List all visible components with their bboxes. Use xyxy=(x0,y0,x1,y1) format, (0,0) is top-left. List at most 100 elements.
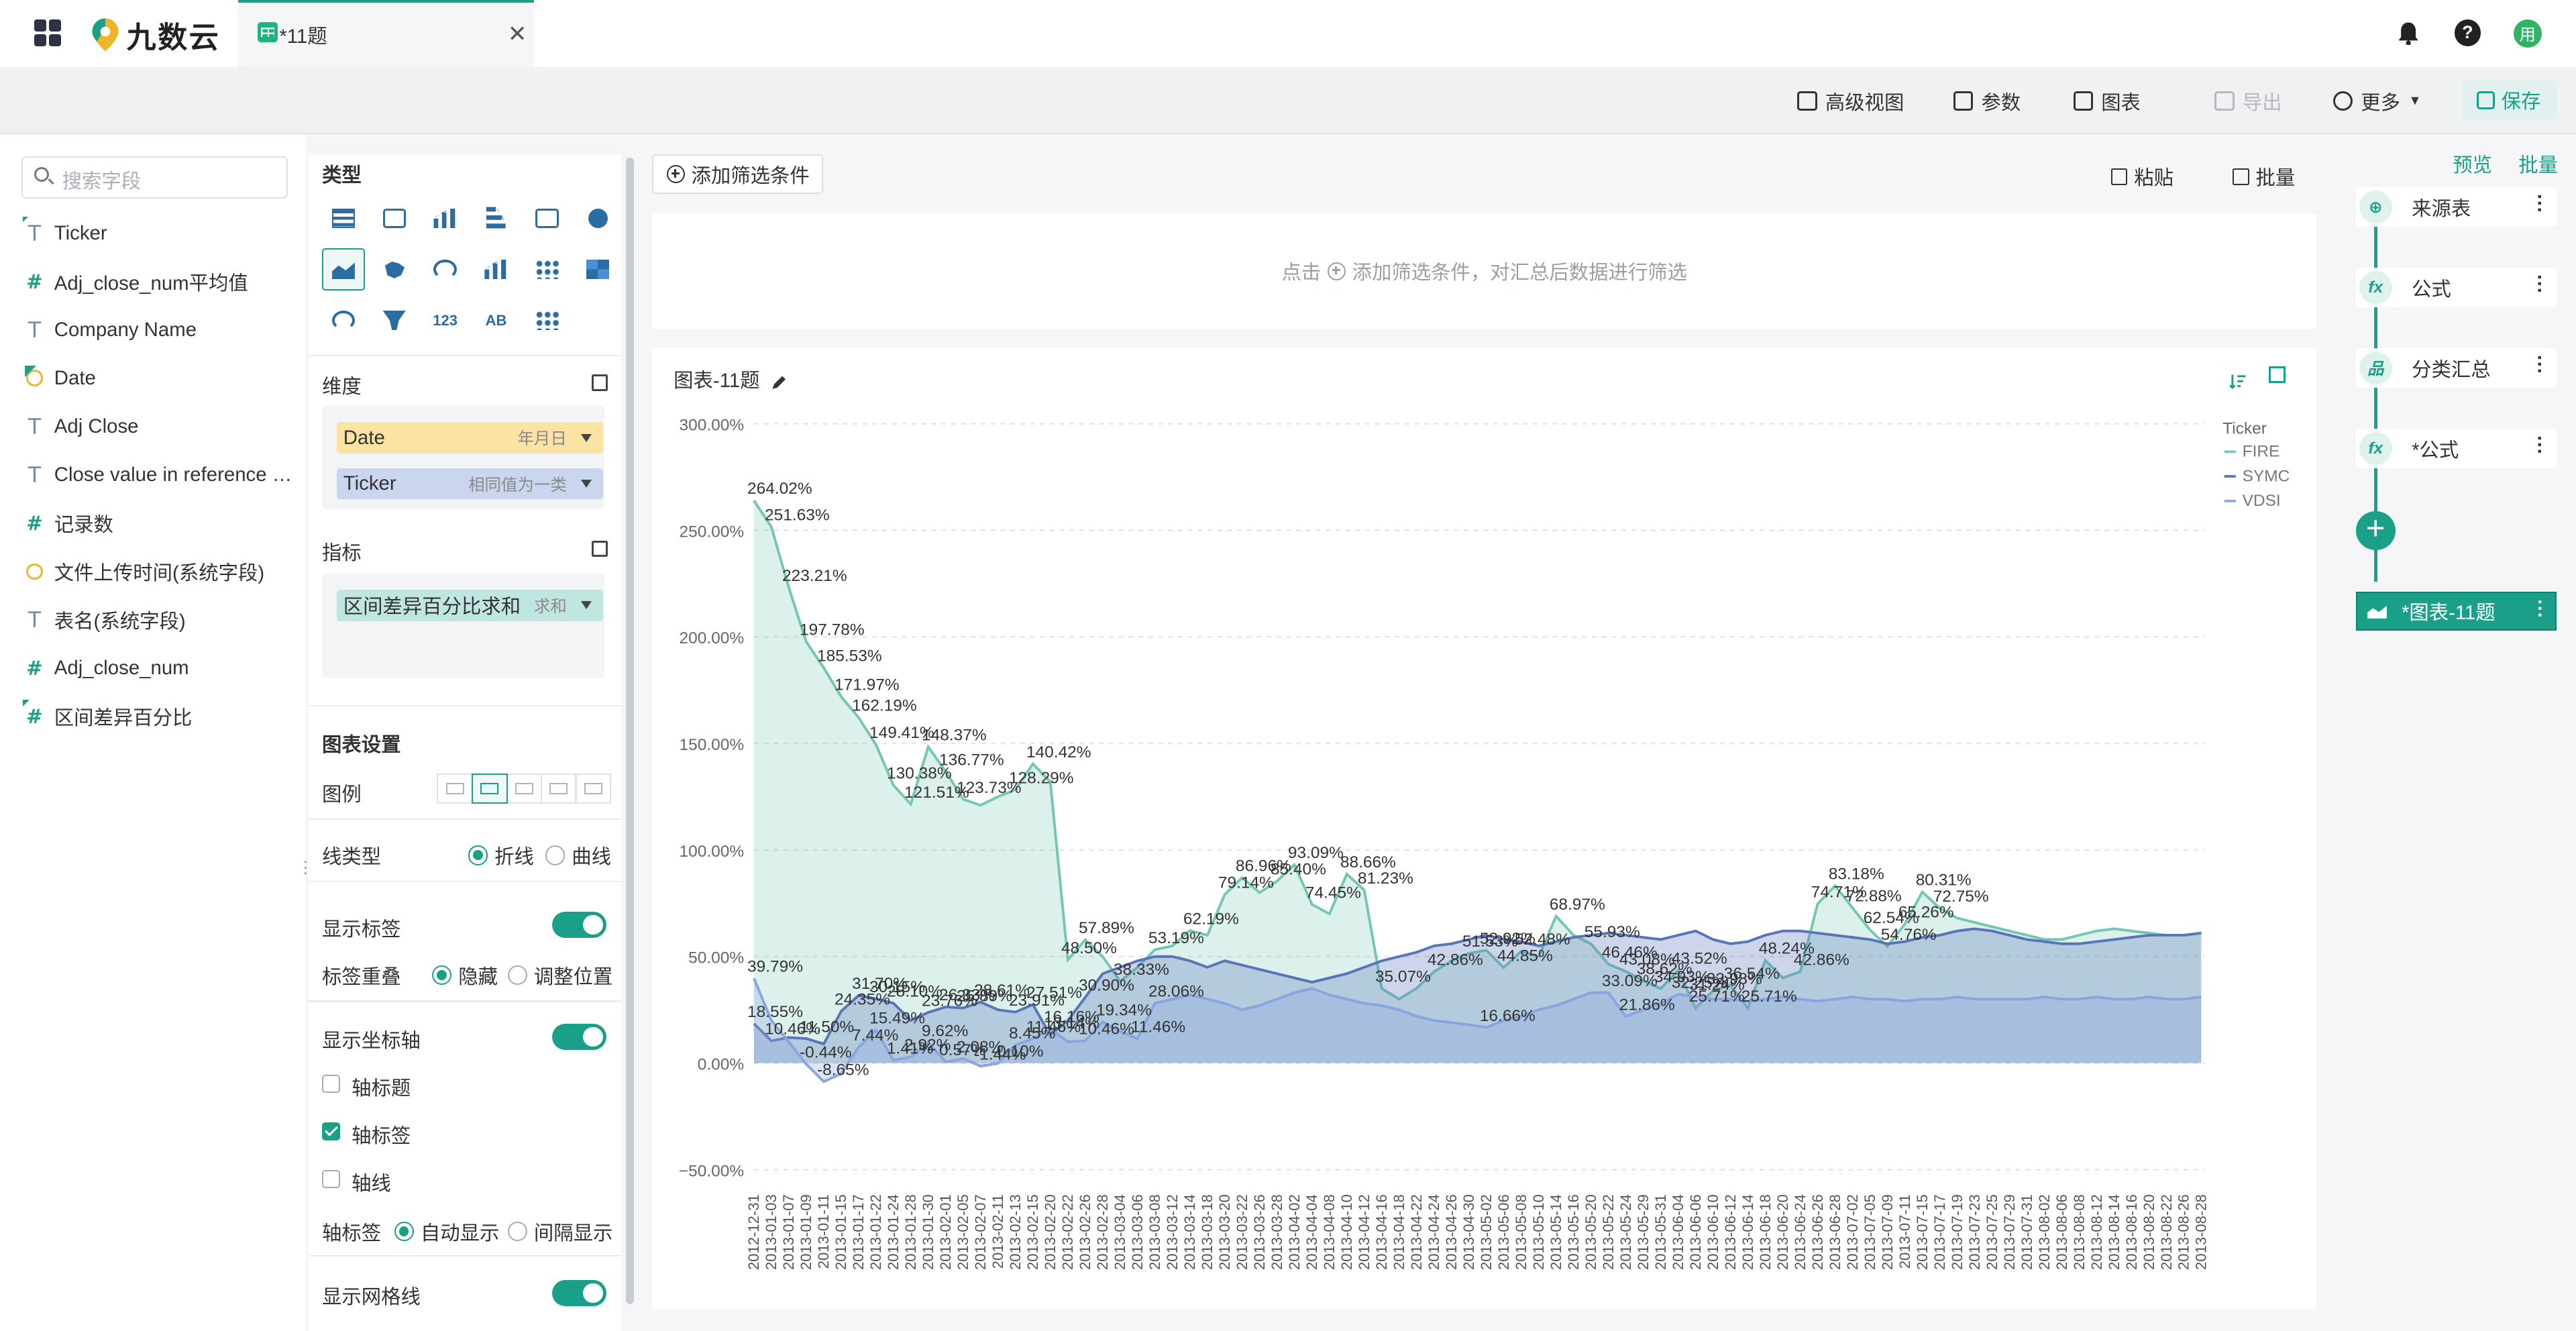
field-item[interactable]: # 记录数 xyxy=(23,507,296,539)
add-filter-label: 添加筛选条件 xyxy=(691,164,810,187)
field-item[interactable]: # Adj_close_num xyxy=(23,651,296,684)
field-item[interactable]: # Adj_close_num平均值 xyxy=(23,265,296,298)
data-label: 251.63% xyxy=(765,507,830,525)
line-type-polyline-option[interactable]: 折线 xyxy=(468,841,534,869)
show-labels-toggle[interactable] xyxy=(551,912,606,939)
save-button[interactable]: 保存 xyxy=(2461,80,2557,120)
expand-icon[interactable] xyxy=(591,374,608,391)
dimension-pill-date[interactable]: Date 年月日 xyxy=(337,422,603,454)
preview-link[interactable]: 预览 xyxy=(2453,150,2492,178)
overlap-hide-option[interactable]: 隐藏 xyxy=(432,961,498,990)
sort-icon[interactable] xyxy=(2229,366,2246,389)
chart-type-scatter-icon[interactable] xyxy=(526,248,569,291)
chart-type-wordcloud-icon[interactable]: AB xyxy=(475,299,518,342)
export-button[interactable]: 导出 xyxy=(2214,87,2282,115)
flow-node-formula[interactable]: fx 公式 ··· xyxy=(2355,268,2557,307)
paste-button[interactable]: 粘贴 xyxy=(2110,162,2174,191)
params-button[interactable]: 参数 xyxy=(1953,87,2021,115)
legend-right-option[interactable] xyxy=(506,774,543,804)
metric-pill[interactable]: 区间差异百分比求和 求和 xyxy=(337,590,603,621)
kebab-menu-icon[interactable]: ··· xyxy=(2528,274,2551,294)
show-grid-toggle[interactable] xyxy=(551,1279,606,1306)
line-type-curve-option[interactable]: 曲线 xyxy=(545,841,611,869)
field-item[interactable]: T Company Name xyxy=(23,313,296,346)
x-tick-label: 2013-01-07 xyxy=(780,1194,797,1270)
add-filter-button[interactable]: 添加筛选条件 xyxy=(652,154,823,194)
add-step-button[interactable]: + xyxy=(2355,511,2396,551)
flow-node-formula-2[interactable]: fx *公式 ··· xyxy=(2355,429,2557,468)
search-input[interactable]: 搜索字段 xyxy=(21,156,288,199)
chart-type-column-icon[interactable] xyxy=(424,197,467,240)
axis-interval-option[interactable]: 间隔显示 xyxy=(507,1218,612,1246)
legend-top-option[interactable] xyxy=(540,774,577,804)
field-item[interactable]: T Close value in reference … xyxy=(23,458,296,491)
field-item[interactable]: # 区间差异百分比 xyxy=(23,700,296,733)
config-scrollbar[interactable] xyxy=(626,158,635,1305)
field-item[interactable]: T 表名(系统字段) xyxy=(23,603,296,636)
legend-none-option[interactable] xyxy=(437,774,474,804)
x-tick-label: 2013-06-04 xyxy=(1670,1194,1686,1270)
x-tick-label: 2013-06-28 xyxy=(1827,1194,1843,1270)
chart-type-combo-icon[interactable] xyxy=(526,197,569,240)
chart-type-table-icon[interactable] xyxy=(322,197,365,240)
filter-drop-zone[interactable]: 点击 添加筛选条件，对汇总后数据进行筛选 xyxy=(652,213,2317,329)
node-label: *公式 xyxy=(2412,439,2459,462)
fullscreen-icon[interactable] xyxy=(2269,366,2286,383)
chart-type-treemap-icon[interactable] xyxy=(577,248,620,291)
caret-down-icon[interactable] xyxy=(580,601,592,610)
chart-button[interactable]: 图表 xyxy=(2073,87,2141,115)
chart-type-gauge-icon[interactable] xyxy=(424,248,467,291)
kebab-menu-icon[interactable]: ··· xyxy=(2528,194,2551,213)
dimension-drop-zone[interactable]: Date 年月日 Ticker 相同值为一类 xyxy=(321,405,605,510)
chart-type-map-icon[interactable] xyxy=(373,248,416,291)
batch-button[interactable]: 批量 xyxy=(2233,162,2295,191)
dimension-pill-ticker[interactable]: Ticker 相同值为一类 xyxy=(337,468,603,500)
show-axis-toggle[interactable] xyxy=(551,1023,606,1050)
batch-link[interactable]: 批量 xyxy=(2518,150,2558,178)
chart-type-network-icon[interactable] xyxy=(526,299,569,342)
x-tick-label: 2013-01-09 xyxy=(798,1194,814,1270)
more-button[interactable]: 更多 ▼ xyxy=(2332,87,2422,115)
x-tick-label: 2013-01-17 xyxy=(850,1194,867,1270)
metric-drop-zone[interactable]: 区间差异百分比求和 求和 xyxy=(321,573,605,679)
axis-line-checkbox[interactable] xyxy=(321,1169,340,1188)
chart-type-radar-icon[interactable] xyxy=(322,299,365,342)
help-icon[interactable]: ? xyxy=(2454,19,2481,46)
chart-type-histogram-icon[interactable] xyxy=(475,248,518,291)
axis-auto-option[interactable]: 自动显示 xyxy=(394,1218,499,1246)
chart-type-funnel-icon[interactable] xyxy=(373,299,416,342)
x-tick-label: 2013-04-22 xyxy=(1408,1194,1425,1270)
legend-bottom-option[interactable] xyxy=(575,774,612,804)
expand-icon[interactable] xyxy=(591,540,608,557)
advanced-view-button[interactable]: 高级视图 xyxy=(1797,87,1904,115)
flow-node-source[interactable]: ⊕ 来源表 ··· xyxy=(2355,187,2557,227)
field-item[interactable]: 文件上传时间(系统字段) xyxy=(23,555,296,588)
chart-type-bar-icon[interactable] xyxy=(475,197,518,240)
field-item[interactable]: T Ticker xyxy=(23,217,296,250)
edit-pen-icon[interactable] xyxy=(771,368,787,390)
kebab-menu-icon[interactable]: ··· xyxy=(2528,355,2551,374)
chart-type-area-icon[interactable] xyxy=(321,248,365,291)
field-item[interactable]: T Adj Close xyxy=(23,410,296,443)
overlap-adjust-option[interactable]: 调整位置 xyxy=(507,961,612,990)
kebab-menu-icon[interactable]: ··· xyxy=(2528,435,2551,455)
chart-type-pie-icon[interactable] xyxy=(577,197,620,240)
flow-node-group-summary[interactable]: 品 分类汇总 ··· xyxy=(2355,348,2557,388)
kebab-menu-icon[interactable]: ··· xyxy=(2528,599,2551,619)
caret-down-icon[interactable] xyxy=(580,433,592,442)
chart-type-kpi-icon[interactable]: 123 xyxy=(424,299,467,342)
field-item[interactable]: Date xyxy=(23,362,296,394)
caret-down-icon[interactable] xyxy=(580,480,592,488)
flow-node-chart[interactable]: *图表-11题 ··· xyxy=(2355,591,2557,631)
axis-title-checkbox[interactable] xyxy=(321,1074,340,1093)
bell-icon[interactable] xyxy=(2396,19,2422,46)
legend-left-option[interactable] xyxy=(471,774,508,804)
chart-type-crosstab-icon[interactable] xyxy=(373,197,416,240)
axis-labels-checkbox[interactable] xyxy=(321,1122,340,1140)
logo[interactable]: 九数云 xyxy=(91,13,220,56)
tab-11[interactable]: *11题 ✕ xyxy=(238,0,534,68)
close-icon[interactable]: ✕ xyxy=(508,21,527,48)
avatar[interactable]: 用 xyxy=(2513,19,2542,48)
apps-grid-icon[interactable] xyxy=(34,19,61,46)
legend-item: SYMC xyxy=(2243,468,2290,486)
